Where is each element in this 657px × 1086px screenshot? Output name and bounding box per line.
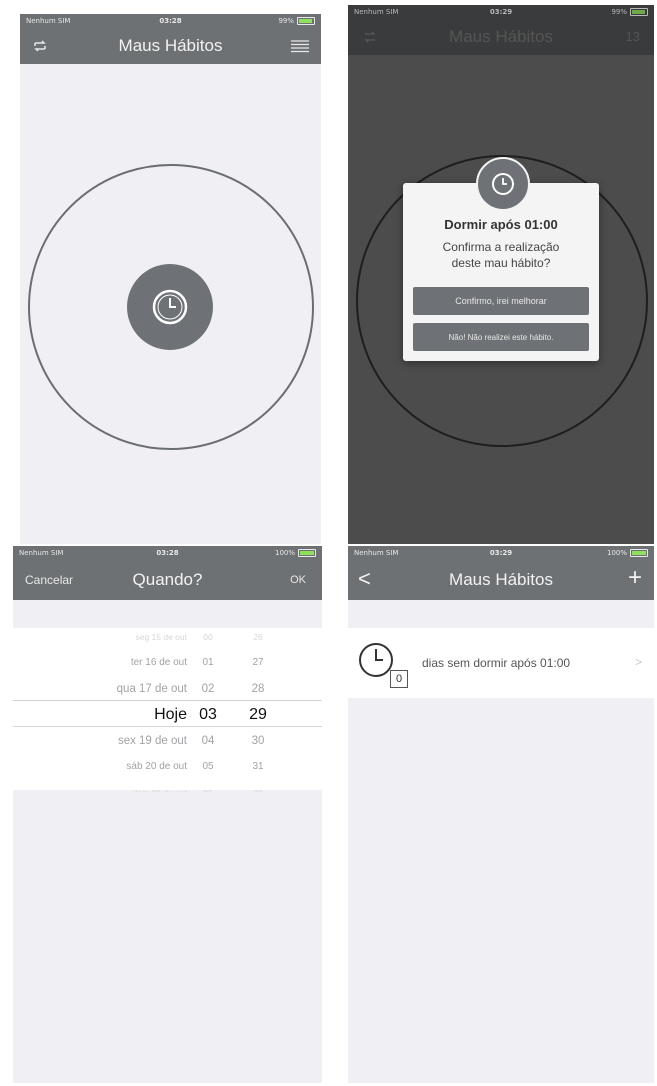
picker-minute: 26 [253, 632, 263, 642]
clock-icon [492, 173, 514, 195]
picker-minute: 27 [252, 657, 264, 668]
picker-day: Hoje [154, 706, 187, 723]
battery-indicator: 99% [611, 8, 648, 16]
list-icon[interactable] [291, 39, 309, 56]
add-button[interactable]: + [628, 564, 642, 592]
picker-day: sáb 20 de out [126, 761, 187, 772]
dialog-message-line1: Confirma a realização [442, 240, 560, 254]
picker-row[interactable]: seg 15 de out 00 26 [13, 624, 322, 650]
picker-row[interactable]: sex 19 de out 04 30 [13, 728, 322, 754]
picker-row-selected[interactable]: Hoje 03 29 [13, 702, 322, 728]
day-count-badge: 0 [390, 670, 408, 688]
status-bar: Nenhum SIM 03:29 100% [348, 546, 654, 560]
confirm-button[interactable]: Confirmo, irei melhorar [413, 287, 589, 315]
picker-row[interactable]: ter 16 de out 01 27 [13, 650, 322, 676]
dialog-message-line2: deste mau hábito? [451, 256, 551, 270]
picker-hour: 01 [202, 657, 214, 668]
page-title: Maus Hábitos [118, 36, 223, 55]
battery-indicator: 99% [278, 17, 315, 25]
battery-icon [297, 17, 315, 25]
deny-button[interactable]: Não! Não realizei este hábito. [413, 323, 589, 351]
page-title: Quando? [132, 570, 203, 589]
nav-right-label[interactable]: 13 [626, 29, 640, 44]
picker-hour: 05 [202, 761, 214, 772]
status-bar: Nenhum SIM 03:28 100% [13, 546, 322, 560]
screen-timer: Nenhum SIM 03:28 99% Maus Hábitos [20, 14, 321, 544]
picker-day: ter 16 de out [130, 657, 187, 668]
list-item-label: dias sem dormir após 01:00 [422, 656, 571, 670]
battery-indicator: 100% [607, 549, 648, 557]
picker-hour: 00 [203, 632, 213, 642]
battery-percent: 99% [278, 17, 294, 25]
dialog-clock-badge [476, 157, 530, 211]
navbar: < Maus Hábitos + [348, 560, 654, 600]
clock-button[interactable] [127, 264, 213, 350]
battery-percent: 100% [606, 549, 627, 557]
battery-icon [298, 549, 316, 557]
navbar: Maus Hábitos [20, 28, 321, 64]
picker-minute: 30 [251, 735, 265, 747]
picker-minute: 29 [249, 706, 267, 723]
picker-row[interactable]: sáb 20 de out 05 31 [13, 754, 322, 780]
picker-day: sex 19 de out [117, 735, 187, 747]
picker-minute: 28 [251, 683, 265, 695]
picker-day: seg 15 de out [135, 632, 187, 642]
status-bar: Nenhum SIM 03:28 99% [20, 14, 321, 28]
navbar: Maus Hábitos 13 [348, 19, 654, 55]
screen-date-picker: Nenhum SIM 03:28 100% Cancelar Quando? O… [13, 546, 322, 1083]
status-time: 03:29 [489, 8, 513, 16]
screen-confirm-dialog: Nenhum SIM 03:29 99% Maus Hábitos 13 Dor… [348, 5, 654, 544]
chevron-right-icon: > [634, 655, 642, 669]
status-bar: Nenhum SIM 03:29 99% [348, 5, 654, 19]
picker-hour: 04 [201, 735, 215, 747]
page-title: Maus Hábitos [449, 27, 553, 46]
list-item[interactable]: 0 dias sem dormir após 01:00 > [348, 628, 654, 698]
battery-icon [630, 549, 648, 557]
picker-hour: 03 [199, 706, 217, 723]
navbar: Cancelar Quando? OK [13, 560, 322, 600]
dialog-title: Dormir após 01:00 [444, 217, 558, 232]
ok-button[interactable]: OK [290, 574, 306, 586]
battery-icon [630, 8, 648, 16]
battery-percent: 99% [611, 8, 627, 16]
picker-minute: 31 [252, 761, 264, 772]
confirm-dialog: Dormir após 01:00 Confirma a realização … [403, 157, 599, 361]
battery-percent: 100% [274, 549, 295, 557]
page-title: Maus Hábitos [449, 570, 553, 589]
picker-row[interactable]: qua 17 de out 02 28 [13, 676, 322, 702]
habit-list: 0 dias sem dormir após 01:00 > [348, 628, 654, 698]
picker-day: qua 17 de out [116, 683, 187, 695]
screen-habit-list: Nenhum SIM 03:29 100% < Maus Hábitos + 0… [348, 546, 654, 1083]
content-background [13, 792, 322, 1083]
clock-icon [152, 289, 188, 325]
battery-indicator: 100% [275, 549, 316, 557]
picker-hour: 02 [201, 683, 215, 695]
date-time-picker[interactable]: seg 15 de out 00 26 ter 16 de out 01 27 qua 17… [13, 628, 322, 798]
status-time: 03:28 [159, 17, 182, 25]
